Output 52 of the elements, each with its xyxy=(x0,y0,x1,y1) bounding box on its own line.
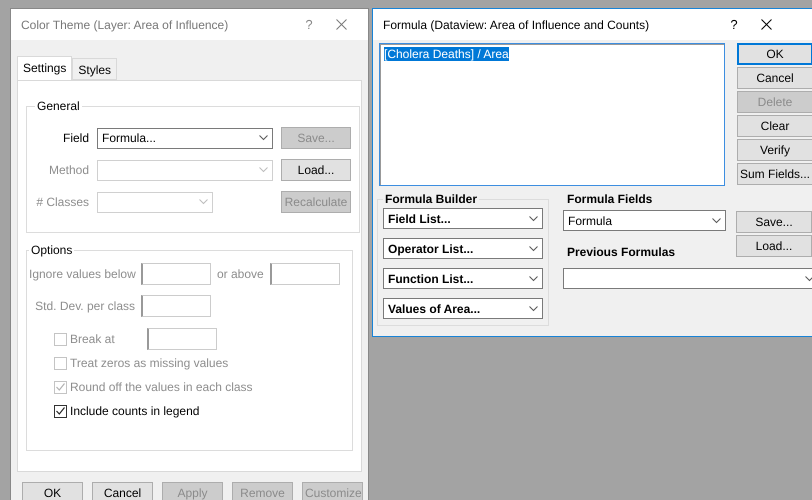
field-label: Std. Dev. per class xyxy=(34,299,135,313)
dropdown[interactable]: Function List... xyxy=(383,268,543,289)
chevron-down-icon xyxy=(259,167,268,173)
dropdown[interactable]: Values of Area... xyxy=(383,298,543,319)
field-label: Field xyxy=(62,131,89,145)
dialog-button[interactable]: Load... xyxy=(736,235,812,257)
dialog-button[interactable]: Cancel xyxy=(737,67,812,89)
check-icon xyxy=(56,383,65,391)
dialog-button[interactable]: Cancel xyxy=(92,482,153,500)
group-label: Options xyxy=(30,243,74,257)
checkbox-label: Include counts in legend xyxy=(70,404,200,418)
chevron-down-icon xyxy=(529,276,538,282)
chevron-down-icon xyxy=(529,306,538,312)
group-label: General xyxy=(36,99,81,113)
chevron-down-icon xyxy=(199,199,208,205)
dialog-button[interactable]: Verify xyxy=(737,139,812,161)
chevron-down-icon xyxy=(805,276,812,282)
help-button[interactable]: ? xyxy=(294,17,324,32)
help-button[interactable]: ? xyxy=(719,17,749,32)
window-title: Formula (Dataview: Area of Influence and Counts) xyxy=(383,18,650,32)
dropdown[interactable] xyxy=(563,268,812,289)
check-icon xyxy=(56,407,65,415)
dropdown[interactable]: Formula... xyxy=(97,128,273,148)
tab[interactable]: Settings xyxy=(17,56,72,80)
close-icon xyxy=(336,19,346,30)
field-label: Ignore values below xyxy=(29,267,135,281)
group-label: Formula Builder xyxy=(384,192,478,206)
dialog-button[interactable]: Sum Fields... xyxy=(737,163,812,185)
window-title: Color Theme (Layer: Area of Influence) xyxy=(21,18,230,32)
field-label: # Classes xyxy=(35,195,89,209)
chevron-down-icon xyxy=(529,216,538,222)
dialog-button[interactable]: OK xyxy=(737,43,812,65)
dialog-button[interactable]: Save... xyxy=(736,211,812,233)
dropdown[interactable]: Formula xyxy=(563,210,726,231)
chevron-down-icon xyxy=(529,246,538,252)
dropdown[interactable]: Operator List... xyxy=(383,238,543,259)
field-label: Previous Formulas xyxy=(566,245,676,259)
checkbox-label: Break at xyxy=(70,332,116,346)
chevron-down-icon xyxy=(259,135,268,141)
chevron-down-icon xyxy=(712,218,721,224)
tab[interactable]: Styles xyxy=(72,58,118,80)
field-label: Method xyxy=(48,163,89,177)
dropdown[interactable]: Field List... xyxy=(383,208,543,229)
close-icon xyxy=(760,19,772,30)
field-label: or above xyxy=(217,267,264,281)
field-label: Formula Fields xyxy=(566,192,654,206)
formula-text: [Cholera Deaths] / Area xyxy=(384,47,509,61)
dialog-button[interactable]: OK xyxy=(22,482,83,500)
dialog-button[interactable]: Clear xyxy=(737,115,812,137)
checkbox-label: Treat zeros as missing values xyxy=(70,356,228,370)
checkbox-label: Round off the values in each class xyxy=(70,380,253,394)
formula-editor[interactable]: [Cholera Deaths] / Area xyxy=(379,43,725,186)
